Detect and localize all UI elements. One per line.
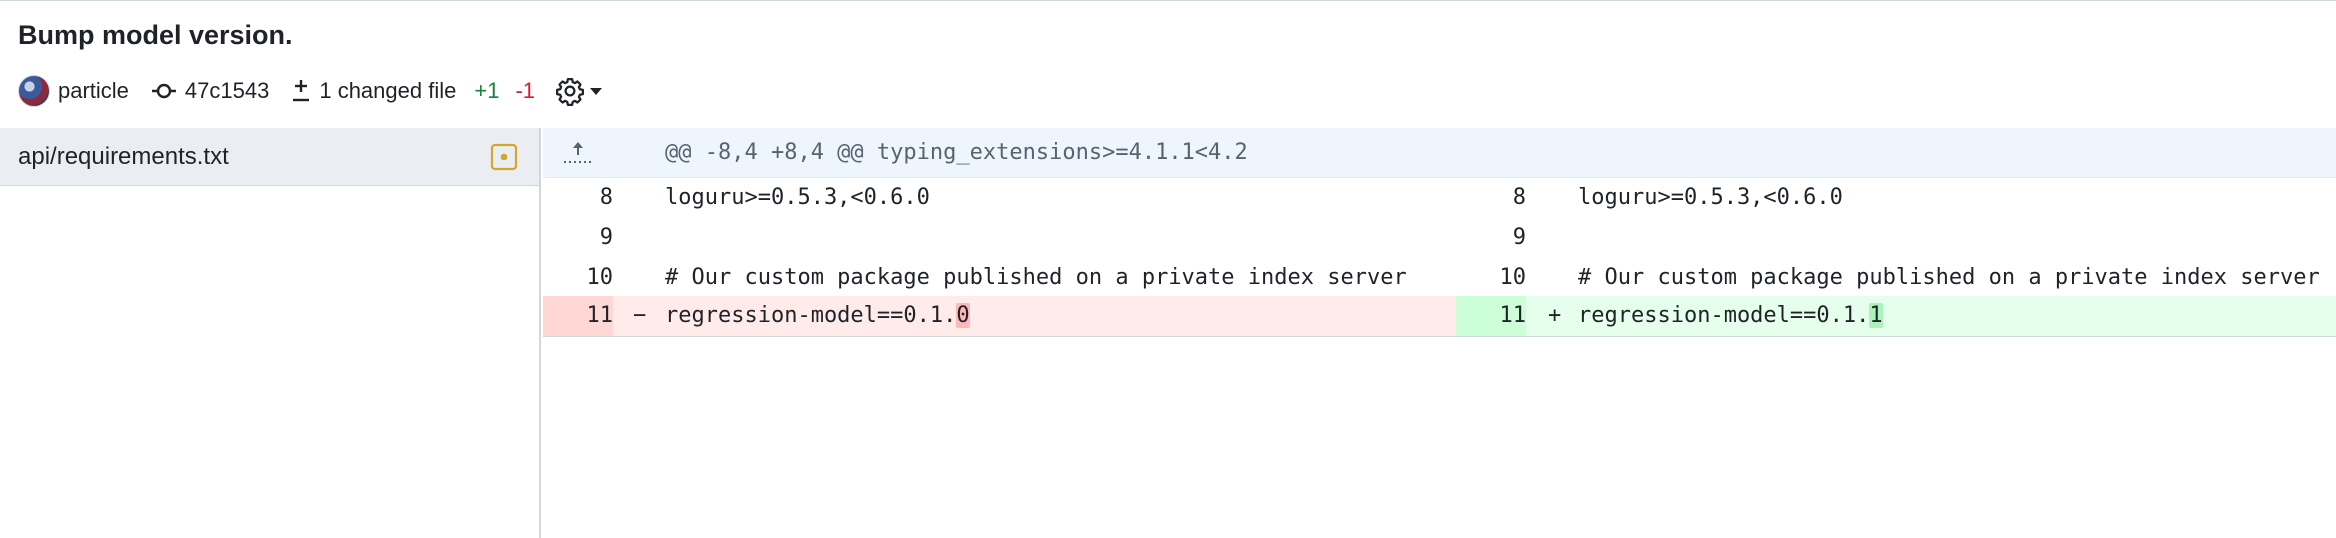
right-code: # Our custom package published on a priv… [1578, 265, 2320, 290]
deletions-count: -1 [515, 78, 535, 103]
fold-up-icon[interactable] [561, 138, 595, 168]
commit-sha[interactable]: 47c1543 [185, 78, 269, 104]
right-code-unchanged: regression-model==0.1. [1578, 303, 1870, 328]
author-name[interactable]: particle [58, 78, 129, 104]
left-line-number[interactable]: 11 [543, 296, 614, 336]
left-line-number[interactable]: 10 [543, 258, 614, 298]
right-line-number[interactable]: 8 [1456, 178, 1526, 218]
left-code: # Our custom package published on a priv… [665, 265, 1407, 290]
commit-title: Bump model version. [18, 20, 293, 50]
diff-bottom-divider [543, 336, 2336, 337]
hunk-header: @@ -8,4 +8,4 @@ typing_extensions>=4.1.1… [543, 128, 2336, 178]
diff-row-changed: 11 − regression-model==0.1.0 11 + regres… [543, 296, 2336, 336]
hunk-header-text: @@ -8,4 +8,4 @@ typing_extensions>=4.1.1… [665, 140, 1248, 165]
file-tree: api/requirements.txt [0, 128, 541, 538]
file-modified-icon [490, 143, 518, 171]
left-line-number[interactable]: 9 [543, 218, 613, 258]
addition-marker: + [1548, 303, 1562, 328]
additions-count: +1 [474, 78, 500, 103]
changed-files-count: 1 changed file [319, 78, 457, 103]
left-line-number[interactable]: 8 [543, 178, 613, 218]
git-commit-icon [151, 80, 177, 102]
right-code: loguru>=0.5.3,<0.6.0 [1578, 185, 1843, 210]
diff-row: 10 # Our custom package published on a p… [543, 258, 2336, 298]
diff-row: 8 loguru>=0.5.3,<0.6.0 8 loguru>=0.5.3,<… [543, 178, 2336, 218]
right-code: regression-model==0.1.1 [1578, 296, 1883, 336]
commit-meta: particle 47c1543 1 changed file +1 -1 [18, 72, 607, 110]
right-line-number[interactable]: 9 [1456, 218, 1526, 258]
deletion-marker: − [633, 303, 647, 328]
file-tree-item[interactable]: api/requirements.txt [0, 128, 539, 186]
avatar[interactable] [18, 75, 50, 107]
left-code: loguru>=0.5.3,<0.6.0 [665, 185, 930, 210]
diff-row: 9 9 [543, 218, 2336, 258]
left-code-unchanged: regression-model==0.1. [665, 303, 957, 328]
right-line-number[interactable]: 11 [1456, 296, 1527, 336]
added-chars: 1 [1869, 303, 1883, 328]
left-code: regression-model==0.1.0 [665, 296, 970, 336]
file-tree-item-label: api/requirements.txt [18, 143, 229, 170]
split-diff-view: @@ -8,4 +8,4 @@ typing_extensions>=4.1.1… [543, 128, 2336, 538]
triangle-down-icon[interactable] [585, 80, 607, 102]
gear-icon[interactable] [555, 76, 585, 106]
deleted-chars: 0 [956, 303, 970, 328]
right-line-number[interactable]: 10 [1456, 258, 1527, 298]
file-diff-icon [291, 78, 311, 104]
top-divider [0, 0, 2336, 1]
